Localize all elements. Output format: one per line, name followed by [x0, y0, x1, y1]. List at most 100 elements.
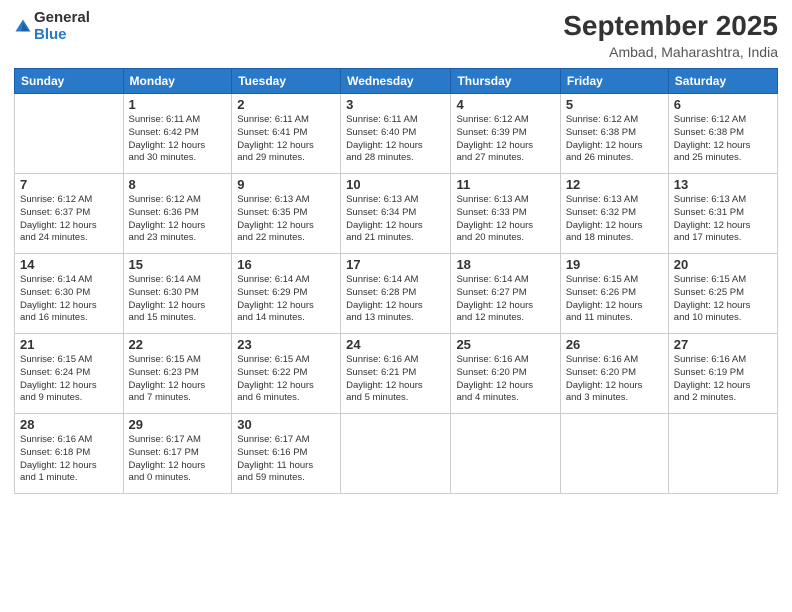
day-number: 28 [20, 417, 118, 432]
table-row: 1 Sunrise: 6:11 AM Sunset: 6:42 PM Daylig… [123, 94, 232, 174]
day-info: Sunrise: 6:14 AM Sunset: 6:27 PM Dayligh… [456, 274, 554, 325]
table-row: 28Sunrise: 6:16 AM Sunset: 6:18 PM Dayli… [15, 414, 124, 494]
table-row: 27Sunrise: 6:16 AM Sunset: 6:19 PM Dayli… [668, 334, 777, 414]
day-number: 5 [566, 97, 663, 112]
day-info: Sunrise: 6:11 AM Sunset: 6:41 PM Dayligh… [237, 114, 335, 165]
day-number: 9 [237, 177, 335, 192]
table-row: 30Sunrise: 6:17 AM Sunset: 6:16 PM Dayli… [232, 414, 341, 494]
day-number: 1 [129, 97, 227, 112]
day-info: Sunrise: 6:14 AM Sunset: 6:29 PM Dayligh… [237, 274, 335, 325]
day-info: Sunrise: 6:16 AM Sunset: 6:20 PM Dayligh… [566, 354, 663, 405]
day-number: 8 [129, 177, 227, 192]
day-info: Sunrise: 6:15 AM Sunset: 6:25 PM Dayligh… [674, 274, 772, 325]
day-number: 16 [237, 257, 335, 272]
table-row: 4 Sunrise: 6:12 AM Sunset: 6:39 PM Daylig… [451, 94, 560, 174]
header-thursday: Thursday [451, 69, 560, 94]
day-info: Sunrise: 6:13 AM Sunset: 6:32 PM Dayligh… [566, 194, 663, 245]
calendar-week-4: 28Sunrise: 6:16 AM Sunset: 6:18 PM Dayli… [15, 414, 778, 494]
table-row: 22 Sunrise: 6:15 AM Sunset: 6:23 PM Dayli… [123, 334, 232, 414]
calendar-week-1: 7Sunrise: 6:12 AM Sunset: 6:37 PM Daylig… [15, 174, 778, 254]
table-row: 5 Sunrise: 6:12 AM Sunset: 6:38 PM Daylig… [560, 94, 668, 174]
logo: General Blue [14, 10, 90, 43]
table-row: 9 Sunrise: 6:13 AM Sunset: 6:35 PM Daylig… [232, 174, 341, 254]
calendar-week-2: 14 Sunrise: 6:14 AM Sunset: 6:30 PM Dayli… [15, 254, 778, 334]
day-info: Sunrise: 6:11 AM Sunset: 6:42 PM Dayligh… [129, 114, 227, 165]
title-block: September 2025 Ambad, Maharashtra, India [563, 10, 778, 60]
day-number: 18 [456, 257, 554, 272]
title-month: September 2025 [563, 10, 778, 42]
logo-text: General Blue [34, 10, 90, 43]
table-row: 26 Sunrise: 6:16 AM Sunset: 6:20 PM Dayli… [560, 334, 668, 414]
day-info: Sunrise: 6:12 AM Sunset: 6:38 PM Dayligh… [674, 114, 772, 165]
day-info: Sunrise: 6:17 AM Sunset: 6:16 PM Dayligh… [237, 434, 335, 485]
day-number: 10 [346, 177, 445, 192]
table-row: 6 Sunrise: 6:12 AM Sunset: 6:38 PM Daylig… [668, 94, 777, 174]
header-wednesday: Wednesday [341, 69, 451, 94]
day-number: 27 [674, 337, 772, 352]
day-info: Sunrise: 6:13 AM Sunset: 6:33 PM Dayligh… [456, 194, 554, 245]
header-saturday: Saturday [668, 69, 777, 94]
table-row: 11 Sunrise: 6:13 AM Sunset: 6:33 PM Dayli… [451, 174, 560, 254]
day-info: Sunrise: 6:13 AM Sunset: 6:35 PM Dayligh… [237, 194, 335, 245]
table-row [560, 414, 668, 494]
header-tuesday: Tuesday [232, 69, 341, 94]
day-info: Sunrise: 6:17 AM Sunset: 6:17 PM Dayligh… [129, 434, 227, 485]
day-info: Sunrise: 6:13 AM Sunset: 6:31 PM Dayligh… [674, 194, 772, 245]
day-info: Sunrise: 6:15 AM Sunset: 6:26 PM Dayligh… [566, 274, 663, 325]
table-row: 24 Sunrise: 6:16 AM Sunset: 6:21 PM Dayli… [341, 334, 451, 414]
calendar-week-3: 21Sunrise: 6:15 AM Sunset: 6:24 PM Dayli… [15, 334, 778, 414]
table-row: 12Sunrise: 6:13 AM Sunset: 6:32 PM Dayli… [560, 174, 668, 254]
table-row [15, 94, 124, 174]
table-row: 3 Sunrise: 6:11 AM Sunset: 6:40 PM Daylig… [341, 94, 451, 174]
table-row: 2 Sunrise: 6:11 AM Sunset: 6:41 PM Daylig… [232, 94, 341, 174]
day-info: Sunrise: 6:16 AM Sunset: 6:21 PM Dayligh… [346, 354, 445, 405]
day-number: 14 [20, 257, 118, 272]
day-number: 17 [346, 257, 445, 272]
day-number: 11 [456, 177, 554, 192]
day-number: 7 [20, 177, 118, 192]
logo-icon [14, 18, 32, 36]
table-row: 8 Sunrise: 6:12 AM Sunset: 6:36 PM Daylig… [123, 174, 232, 254]
header: General Blue September 2025 Ambad, Mahar… [14, 10, 778, 60]
day-info: Sunrise: 6:14 AM Sunset: 6:30 PM Dayligh… [129, 274, 227, 325]
table-row [451, 414, 560, 494]
day-number: 2 [237, 97, 335, 112]
day-info: Sunrise: 6:15 AM Sunset: 6:24 PM Dayligh… [20, 354, 118, 405]
calendar-week-0: 1 Sunrise: 6:11 AM Sunset: 6:42 PM Daylig… [15, 94, 778, 174]
day-info: Sunrise: 6:12 AM Sunset: 6:38 PM Dayligh… [566, 114, 663, 165]
page: General Blue September 2025 Ambad, Mahar… [0, 0, 792, 612]
table-row [668, 414, 777, 494]
header-sunday: Sunday [15, 69, 124, 94]
table-row: 23Sunrise: 6:15 AM Sunset: 6:22 PM Dayli… [232, 334, 341, 414]
header-monday: Monday [123, 69, 232, 94]
day-number: 4 [456, 97, 554, 112]
day-info: Sunrise: 6:12 AM Sunset: 6:39 PM Dayligh… [456, 114, 554, 165]
table-row: 29Sunrise: 6:17 AM Sunset: 6:17 PM Dayli… [123, 414, 232, 494]
logo-general: General [34, 10, 90, 27]
table-row: 13Sunrise: 6:13 AM Sunset: 6:31 PM Dayli… [668, 174, 777, 254]
day-info: Sunrise: 6:13 AM Sunset: 6:34 PM Dayligh… [346, 194, 445, 245]
table-row: 16 Sunrise: 6:14 AM Sunset: 6:29 PM Dayli… [232, 254, 341, 334]
day-number: 25 [456, 337, 554, 352]
table-row: 17Sunrise: 6:14 AM Sunset: 6:28 PM Dayli… [341, 254, 451, 334]
calendar-header-row: Sunday Monday Tuesday Wednesday Thursday… [15, 69, 778, 94]
day-number: 3 [346, 97, 445, 112]
table-row: 15 Sunrise: 6:14 AM Sunset: 6:30 PM Dayli… [123, 254, 232, 334]
day-info: Sunrise: 6:15 AM Sunset: 6:22 PM Dayligh… [237, 354, 335, 405]
table-row [341, 414, 451, 494]
table-row: 7Sunrise: 6:12 AM Sunset: 6:37 PM Daylig… [15, 174, 124, 254]
table-row: 14Sunrise: 6:14 AM Sunset: 6:30 PM Dayli… [15, 254, 124, 334]
day-number: 6 [674, 97, 772, 112]
header-friday: Friday [560, 69, 668, 94]
day-info: Sunrise: 6:15 AM Sunset: 6:23 PM Dayligh… [129, 354, 227, 405]
day-number: 22 [129, 337, 227, 352]
title-location: Ambad, Maharashtra, India [563, 44, 778, 60]
day-info: Sunrise: 6:11 AM Sunset: 6:40 PM Dayligh… [346, 114, 445, 165]
day-info: Sunrise: 6:12 AM Sunset: 6:36 PM Dayligh… [129, 194, 227, 245]
day-number: 15 [129, 257, 227, 272]
day-number: 24 [346, 337, 445, 352]
table-row: 10 Sunrise: 6:13 AM Sunset: 6:34 PM Dayli… [341, 174, 451, 254]
table-row: 25 Sunrise: 6:16 AM Sunset: 6:20 PM Dayli… [451, 334, 560, 414]
day-info: Sunrise: 6:16 AM Sunset: 6:20 PM Dayligh… [456, 354, 554, 405]
day-number: 26 [566, 337, 663, 352]
